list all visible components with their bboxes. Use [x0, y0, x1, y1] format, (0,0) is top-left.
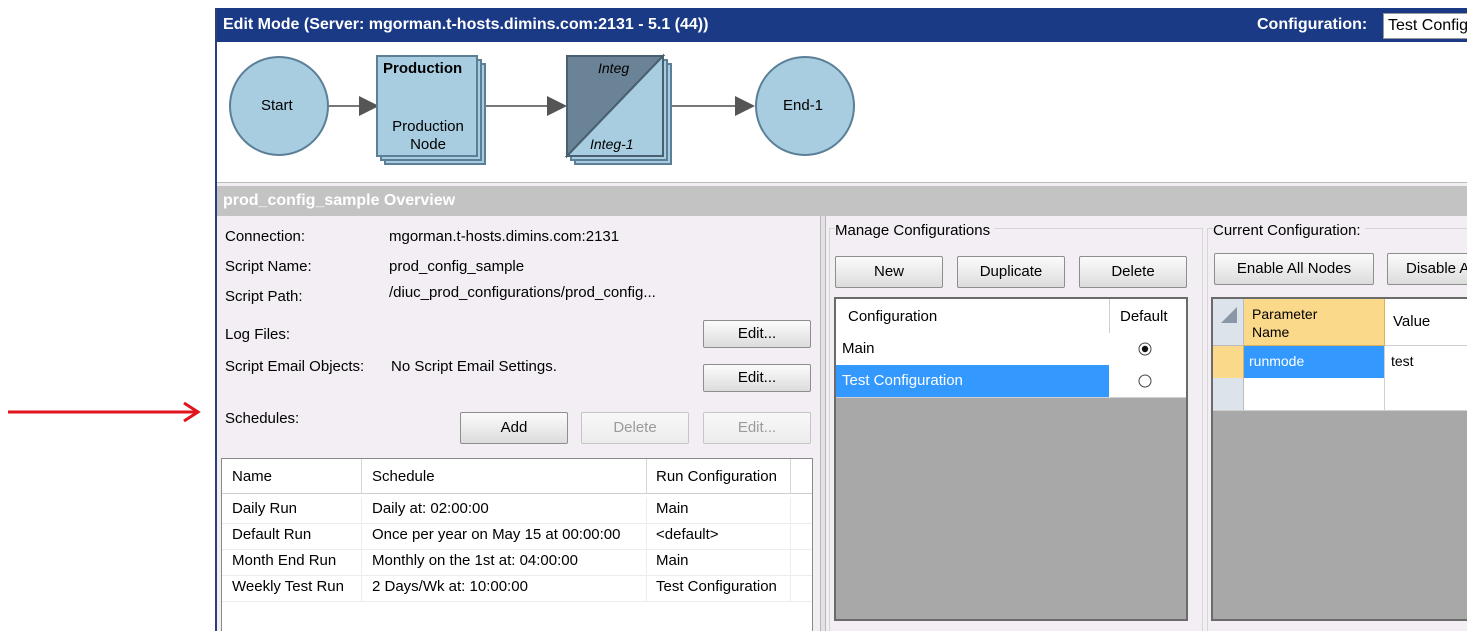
script-name-label: Script Name:: [225, 258, 312, 275]
integ-node-title: Integ: [598, 60, 630, 76]
duplicate-configuration-button[interactable]: Duplicate: [957, 256, 1065, 288]
table-row[interactable]: Default Run Once per year on May 15 at 0…: [222, 523, 812, 550]
new-configuration-button[interactable]: New: [835, 256, 943, 288]
title-bar: Edit Mode (Server: mgorman.t-hosts.dimin…: [217, 8, 1467, 42]
parameters-grid: Parameter Name Value runmode test: [1211, 297, 1467, 621]
configurations-col-default[interactable]: Default: [1120, 308, 1168, 325]
production-node-title: Production: [383, 60, 463, 77]
script-email-value: No Script Email Settings.: [391, 358, 557, 375]
configuration-select[interactable]: Test Configuration: [1383, 13, 1467, 39]
pane-splitter[interactable]: [820, 216, 826, 631]
table-row[interactable]: Weekly Test Run 2 Days/Wk at: 10:00:00 T…: [222, 575, 812, 602]
default-radio-selected-icon[interactable]: [1138, 342, 1152, 356]
integ-node-label: Integ-1: [590, 136, 634, 152]
log-files-edit-button[interactable]: Edit...: [703, 320, 811, 348]
schedules-table: Name Schedule Run Configuration Daily Ru…: [221, 458, 813, 631]
schedules-col-run-config[interactable]: Run Configuration: [656, 468, 777, 485]
default-radio-empty-icon[interactable]: [1138, 374, 1152, 388]
configurations-grid: Configuration Default Main Test Configur…: [834, 297, 1188, 621]
schedules-col-schedule[interactable]: Schedule: [372, 468, 435, 485]
flow-diagram: Start Production Production Node Integ I…: [217, 42, 1467, 183]
parameter-name-header[interactable]: Parameter Name: [1244, 299, 1385, 346]
script-email-label: Script Email Objects:: [225, 358, 365, 375]
overview-header: prod_config_sample Overview: [217, 186, 1467, 216]
parameter-row-runmode[interactable]: runmode test: [1213, 346, 1467, 379]
start-node-label: Start: [261, 97, 293, 114]
configurations-col-name[interactable]: Configuration: [848, 308, 937, 325]
configuration-row-main[interactable]: Main: [836, 333, 1186, 366]
script-email-edit-button[interactable]: Edit...: [703, 364, 811, 392]
script-path-value: /diuc_prod_configurations/prod_config...: [389, 284, 656, 301]
parameter-row-new[interactable]: [1213, 378, 1467, 411]
script-path-label: Script Path:: [225, 288, 303, 305]
schedules-label: Schedules:: [225, 410, 300, 427]
table-row[interactable]: Daily Run Daily at: 02:00:00 Main: [222, 497, 812, 524]
disable-all-nodes-button[interactable]: Disable All Nodes: [1387, 253, 1467, 285]
select-all-corner-icon: [1221, 307, 1237, 323]
script-name-value: prod_config_sample: [389, 258, 525, 275]
connection-value: mgorman.t-hosts.dimins.com:2131: [389, 228, 620, 245]
configuration-label: Configuration:: [1257, 16, 1368, 33]
editor-window: Edit Mode (Server: mgorman.t-hosts.dimin…: [215, 8, 1467, 631]
manage-configurations-title: Manage Configurations: [835, 222, 995, 239]
grid-corner[interactable]: [1213, 299, 1244, 346]
end-node-label: End-1: [783, 97, 824, 114]
configuration-row-test[interactable]: Test Configuration: [836, 365, 1186, 398]
delete-configuration-button[interactable]: Delete: [1079, 256, 1187, 288]
current-configuration-title: Current Configuration:: [1213, 222, 1365, 239]
red-arrow-icon: [8, 401, 201, 423]
delete-schedule-button[interactable]: Delete: [581, 412, 689, 444]
enable-all-nodes-button[interactable]: Enable All Nodes: [1214, 253, 1374, 285]
production-node-label: Production Node: [392, 118, 464, 153]
overview-panel: Connection: mgorman.t-hosts.dimins.com:2…: [217, 216, 819, 631]
table-row[interactable]: Month End Run Monthly on the 1st at: 04:…: [222, 549, 812, 576]
window-title: Edit Mode (Server: mgorman.t-hosts.dimin…: [223, 16, 709, 33]
add-schedule-button[interactable]: Add: [460, 412, 568, 444]
parameter-value-header[interactable]: Value: [1385, 299, 1467, 346]
schedules-col-name[interactable]: Name: [232, 468, 272, 485]
connection-label: Connection:: [225, 228, 306, 245]
edit-schedule-button[interactable]: Edit...: [703, 412, 811, 444]
log-files-label: Log Files:: [225, 326, 291, 343]
disable-all-nodes-label: Disable All Nodes: [1406, 260, 1467, 277]
overview-title: prod_config_sample Overview: [223, 192, 456, 209]
